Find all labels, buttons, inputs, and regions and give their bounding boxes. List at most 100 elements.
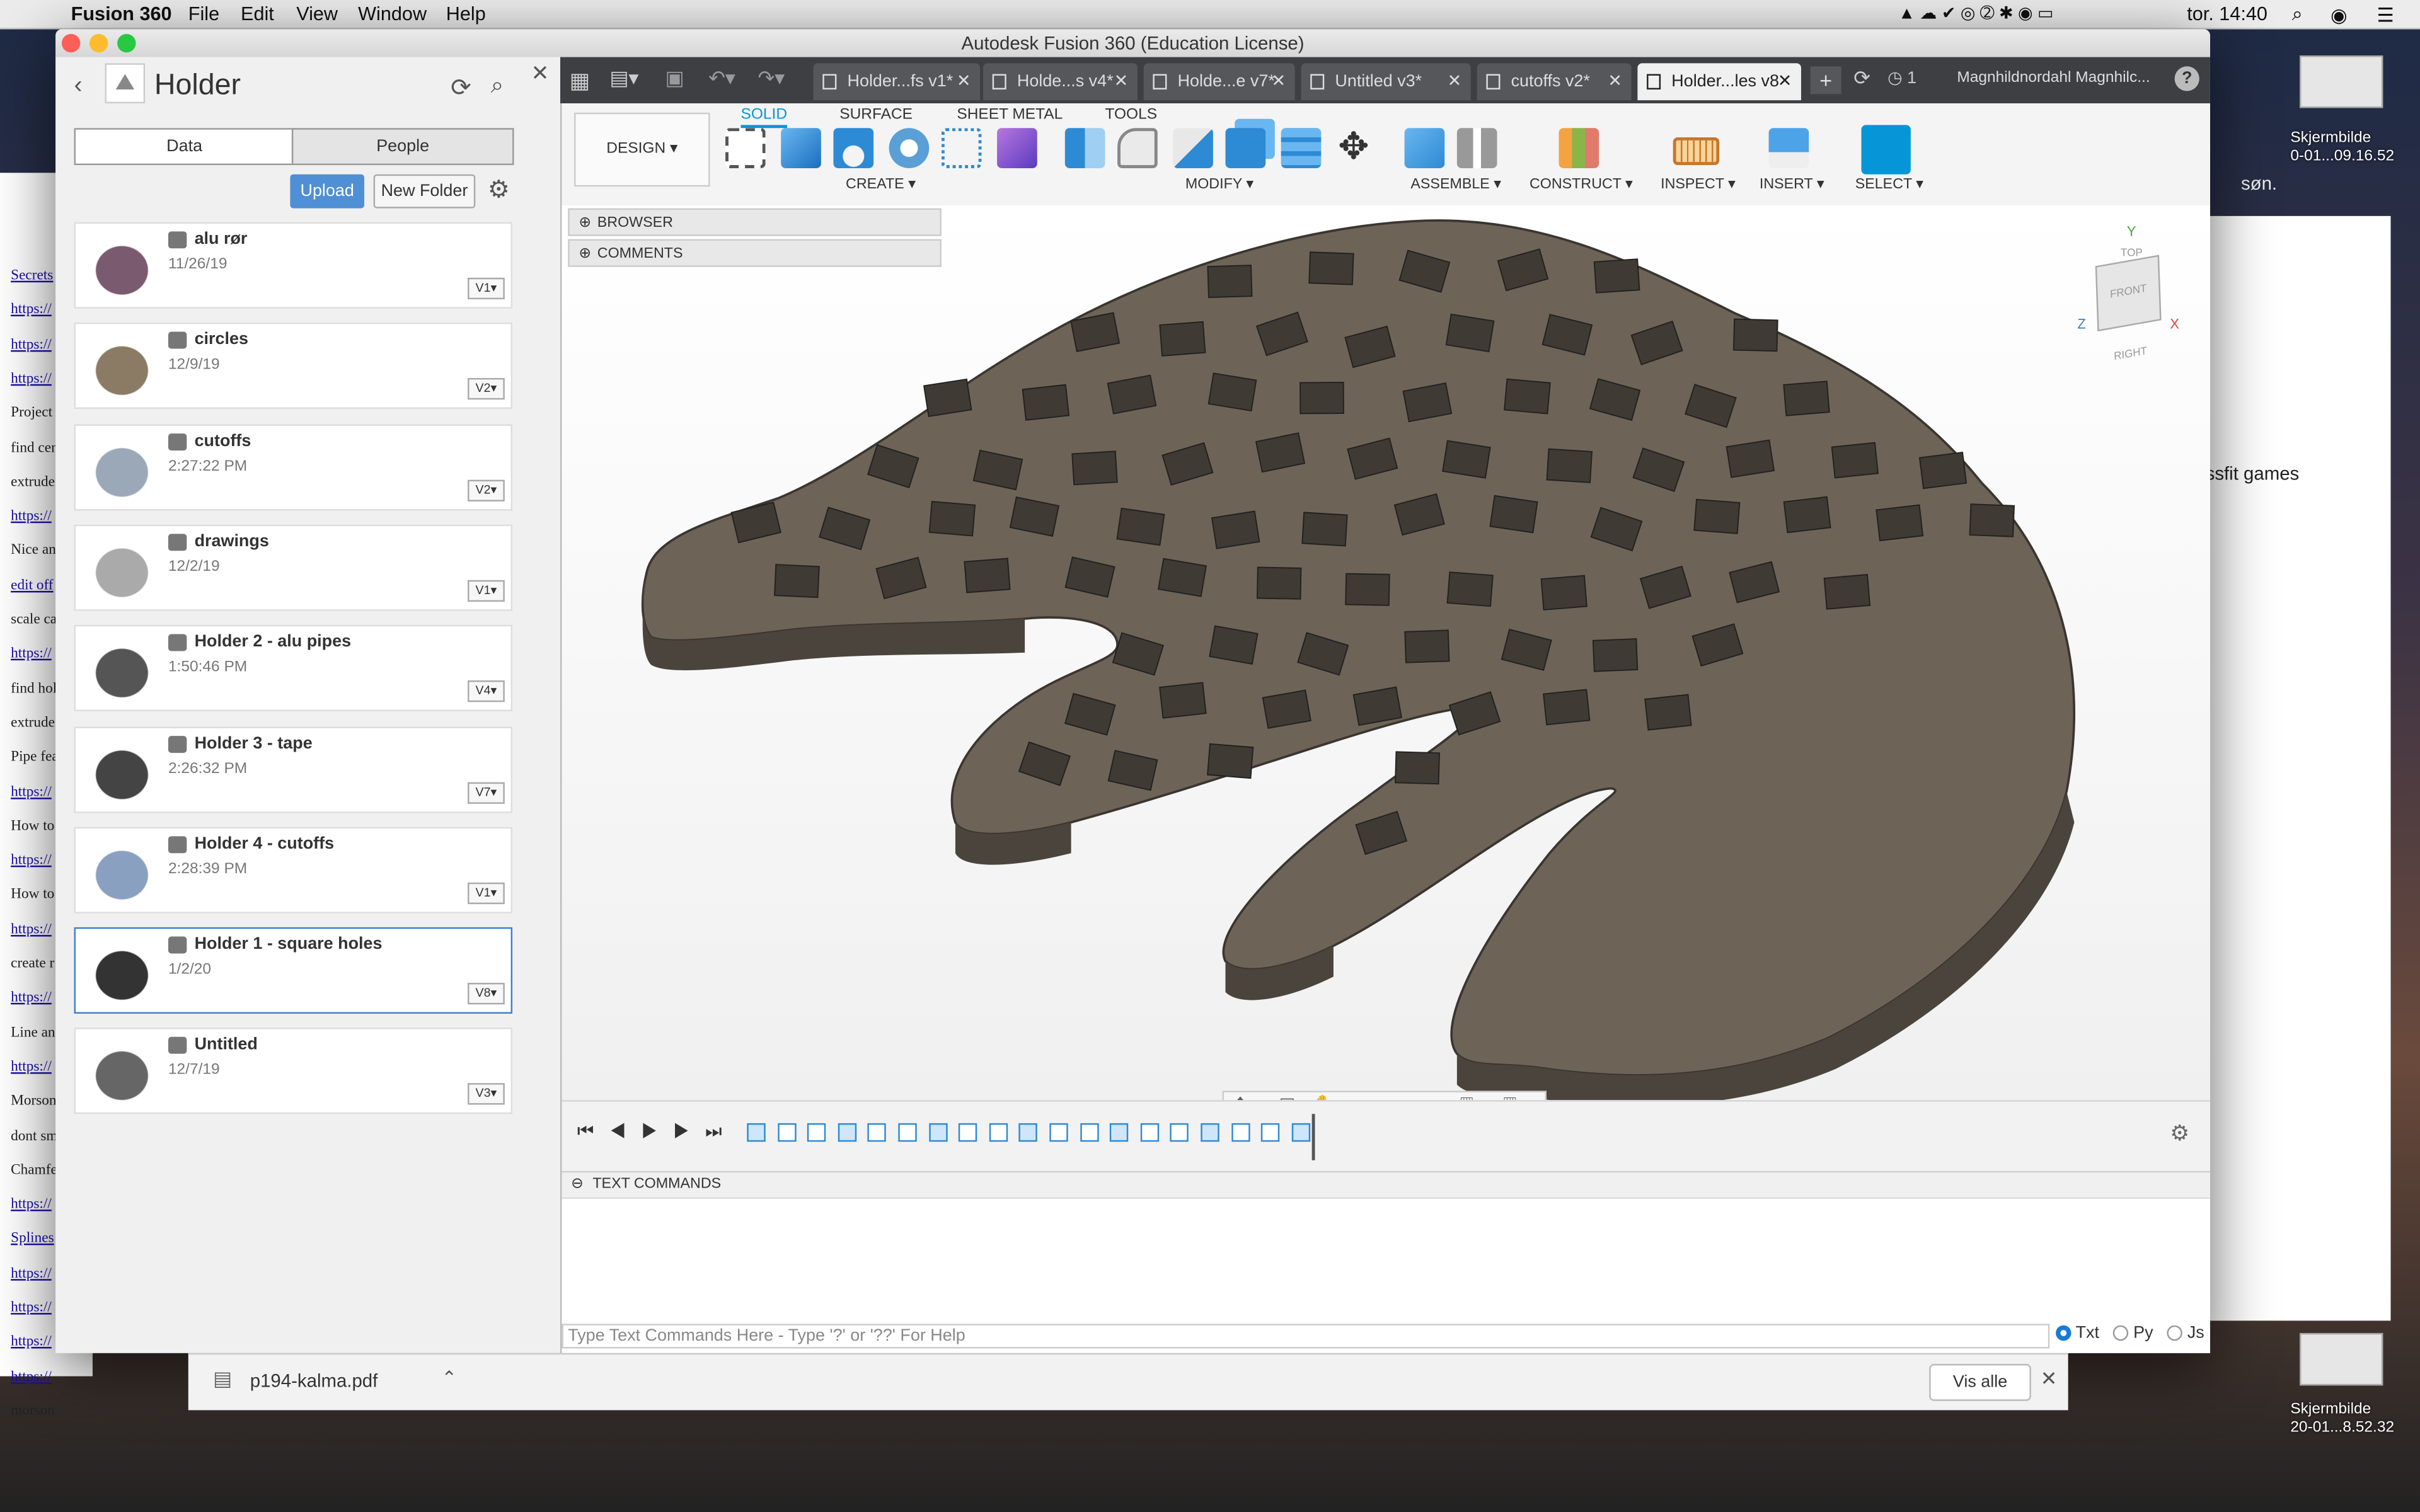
view-cube-face[interactable]: FRONT RIGHT	[2095, 255, 2162, 363]
tab-document[interactable]: Holde...e v7* ✕	[1143, 63, 1295, 101]
create-sketch-icon[interactable]	[725, 128, 766, 168]
file-card[interactable]: Holder 3 - tape 2:26:32 PM V7▾	[74, 726, 513, 813]
close-tab-icon[interactable]: ✕	[1271, 63, 1286, 100]
file-thumbnail[interactable]	[81, 535, 163, 604]
minimize-window-button[interactable]	[89, 33, 108, 53]
insert-image-icon[interactable]	[1768, 128, 1809, 168]
status-icons[interactable]: ▲ ☁ ✔ ◎ ➁ ✱ ◉ ▭	[1898, 3, 2053, 23]
new-folder-button[interactable]: New Folder	[373, 174, 476, 209]
combine-icon[interactable]	[1225, 128, 1266, 168]
save-icon[interactable]: ▣	[666, 66, 684, 91]
close-tab-icon[interactable]: ✕	[1114, 63, 1129, 100]
modify-menu[interactable]: MODIFY ▾	[1185, 176, 1253, 193]
extrude-icon[interactable]	[781, 128, 821, 168]
timeline-feature-icon[interactable]	[1201, 1123, 1219, 1142]
split-body-icon[interactable]	[1281, 128, 1322, 168]
press-pull-icon[interactable]	[1064, 128, 1105, 168]
timeline-feature-icon[interactable]	[807, 1123, 826, 1142]
file-thumbnail[interactable]	[81, 1039, 163, 1107]
file-card[interactable]: drawings 12/2/19 V1▾	[74, 524, 513, 611]
joint-icon[interactable]	[1456, 128, 1497, 168]
file-thumbnail[interactable]	[81, 938, 163, 1006]
tab-document[interactable]: cutoffs v2* ✕	[1477, 63, 1632, 101]
file-thumbnail[interactable]	[81, 736, 163, 805]
tab-tools[interactable]: TOOLS	[1105, 106, 1157, 123]
menu-window[interactable]: Window	[358, 3, 427, 25]
timeline-feature-icon[interactable]	[1261, 1123, 1280, 1142]
file-thumbnail[interactable]	[81, 636, 163, 704]
py-radio[interactable]	[2113, 1325, 2129, 1341]
file-card[interactable]: alu rør 11/26/19 V1▾	[74, 222, 513, 309]
file-name[interactable]: alu rør	[195, 230, 248, 248]
js-radio[interactable]	[2167, 1325, 2183, 1341]
file-card[interactable]: Holder 4 - cutoffs 2:28:39 PM V1▾	[74, 827, 513, 914]
measure-icon[interactable]	[1673, 137, 1720, 166]
tab-document[interactable]: Untitled v3* ✕	[1301, 63, 1471, 101]
file-name[interactable]: Holder 2 - alu pipes	[195, 633, 351, 651]
create-menu[interactable]: CREATE ▾	[846, 176, 916, 193]
timeline-feature-icon[interactable]	[747, 1123, 766, 1142]
extensions-icon[interactable]: ⟳	[1853, 66, 1870, 91]
timeline-feature-icon[interactable]	[959, 1123, 977, 1142]
assemble-menu[interactable]: ASSEMBLE ▾	[1410, 176, 1501, 193]
close-panel-icon[interactable]: ✕	[531, 60, 549, 87]
inspect-menu[interactable]: INSPECT ▾	[1661, 176, 1736, 193]
file-name[interactable]: Holder 4 - cutoffs	[195, 834, 335, 852]
timeline-marker[interactable]	[1311, 1114, 1315, 1160]
timeline-feature-icon[interactable]	[1110, 1123, 1129, 1142]
screenshot-label[interactable]: Skjermbilde 0-01...09.16.52	[2290, 130, 2394, 167]
insert-menu[interactable]: INSERT ▾	[1760, 176, 1824, 193]
menu-help[interactable]: Help	[446, 3, 486, 25]
close-tab-icon[interactable]: ✕	[1608, 63, 1622, 100]
file-card[interactable]: Holder 2 - alu pipes 1:50:46 PM V4▾	[74, 625, 513, 712]
timeline-feature-icon[interactable]	[838, 1123, 856, 1142]
screenshot-thumbnail[interactable]	[2300, 55, 2383, 108]
timeline-feature-icon[interactable]	[1049, 1123, 1068, 1142]
new-component-icon[interactable]	[1404, 128, 1445, 168]
timeline-feature-icon[interactable]	[928, 1123, 947, 1142]
timeline-feature-icon[interactable]	[868, 1123, 887, 1142]
version-dropdown[interactable]: V2▾	[468, 479, 505, 501]
hole-icon[interactable]	[889, 128, 930, 168]
timeline-feature-icon[interactable]	[1019, 1123, 1038, 1142]
timeline-feature-icon[interactable]	[1140, 1123, 1159, 1142]
close-icon[interactable]: ✕	[2041, 1367, 2058, 1392]
close-tab-icon[interactable]: ✕	[957, 63, 971, 100]
file-name[interactable]: Holder 3 - tape	[195, 733, 313, 752]
file-icon[interactable]: ▤▾	[609, 66, 638, 91]
version-dropdown[interactable]: V7▾	[468, 781, 505, 803]
timeline-settings-icon[interactable]: ⚙	[2170, 1120, 2189, 1147]
download-file-name[interactable]: p194-kalma.pdf	[250, 1370, 378, 1392]
apps-grid-icon[interactable]: ▦	[570, 68, 590, 94]
move-copy-icon[interactable]: ✥	[1334, 127, 1374, 168]
siri-icon[interactable]: ◉	[2331, 3, 2348, 26]
timeline-feature-icon[interactable]	[989, 1123, 1008, 1142]
version-dropdown[interactable]: V1▾	[468, 580, 505, 602]
file-thumbnail[interactable]	[81, 232, 163, 301]
file-card[interactable]: circles 12/9/19 V2▾	[74, 323, 513, 410]
revolve-icon[interactable]	[833, 128, 874, 168]
tab-people[interactable]: People	[291, 128, 514, 166]
file-name[interactable]: Untitled	[195, 1036, 258, 1054]
help-icon[interactable]: ?	[2174, 66, 2199, 91]
file-name[interactable]: cutoffs	[195, 432, 251, 450]
screenshot-label[interactable]: Skjermbilde 20-01...8.52.32	[2290, 1401, 2394, 1438]
gear-icon[interactable]: ⚙	[488, 175, 510, 205]
notification-center-icon[interactable]: ☰	[2377, 3, 2394, 26]
timeline-feature-icon[interactable]	[1291, 1123, 1310, 1142]
file-name[interactable]: circles	[195, 331, 248, 349]
file-name[interactable]: drawings	[195, 532, 269, 551]
tab-document[interactable]: Holde...s v4* ✕	[983, 63, 1138, 101]
version-dropdown[interactable]: V4▾	[468, 680, 505, 702]
file-card[interactable]: cutoffs 2:27:22 PM V2▾	[74, 423, 513, 510]
new-tab-button[interactable]: +	[1810, 66, 1841, 94]
file-thumbnail[interactable]	[81, 837, 163, 906]
menu-edit[interactable]: Edit	[241, 3, 274, 25]
offset-plane-icon[interactable]	[1559, 128, 1599, 168]
fillet-icon[interactable]	[1117, 128, 1158, 168]
menu-view[interactable]: View	[296, 3, 338, 25]
undo-icon[interactable]: ↶▾	[708, 66, 735, 91]
file-thumbnail[interactable]	[81, 434, 163, 503]
job-status[interactable]: ◷ 1	[1887, 68, 1916, 88]
txt-radio[interactable]	[2056, 1325, 2071, 1341]
